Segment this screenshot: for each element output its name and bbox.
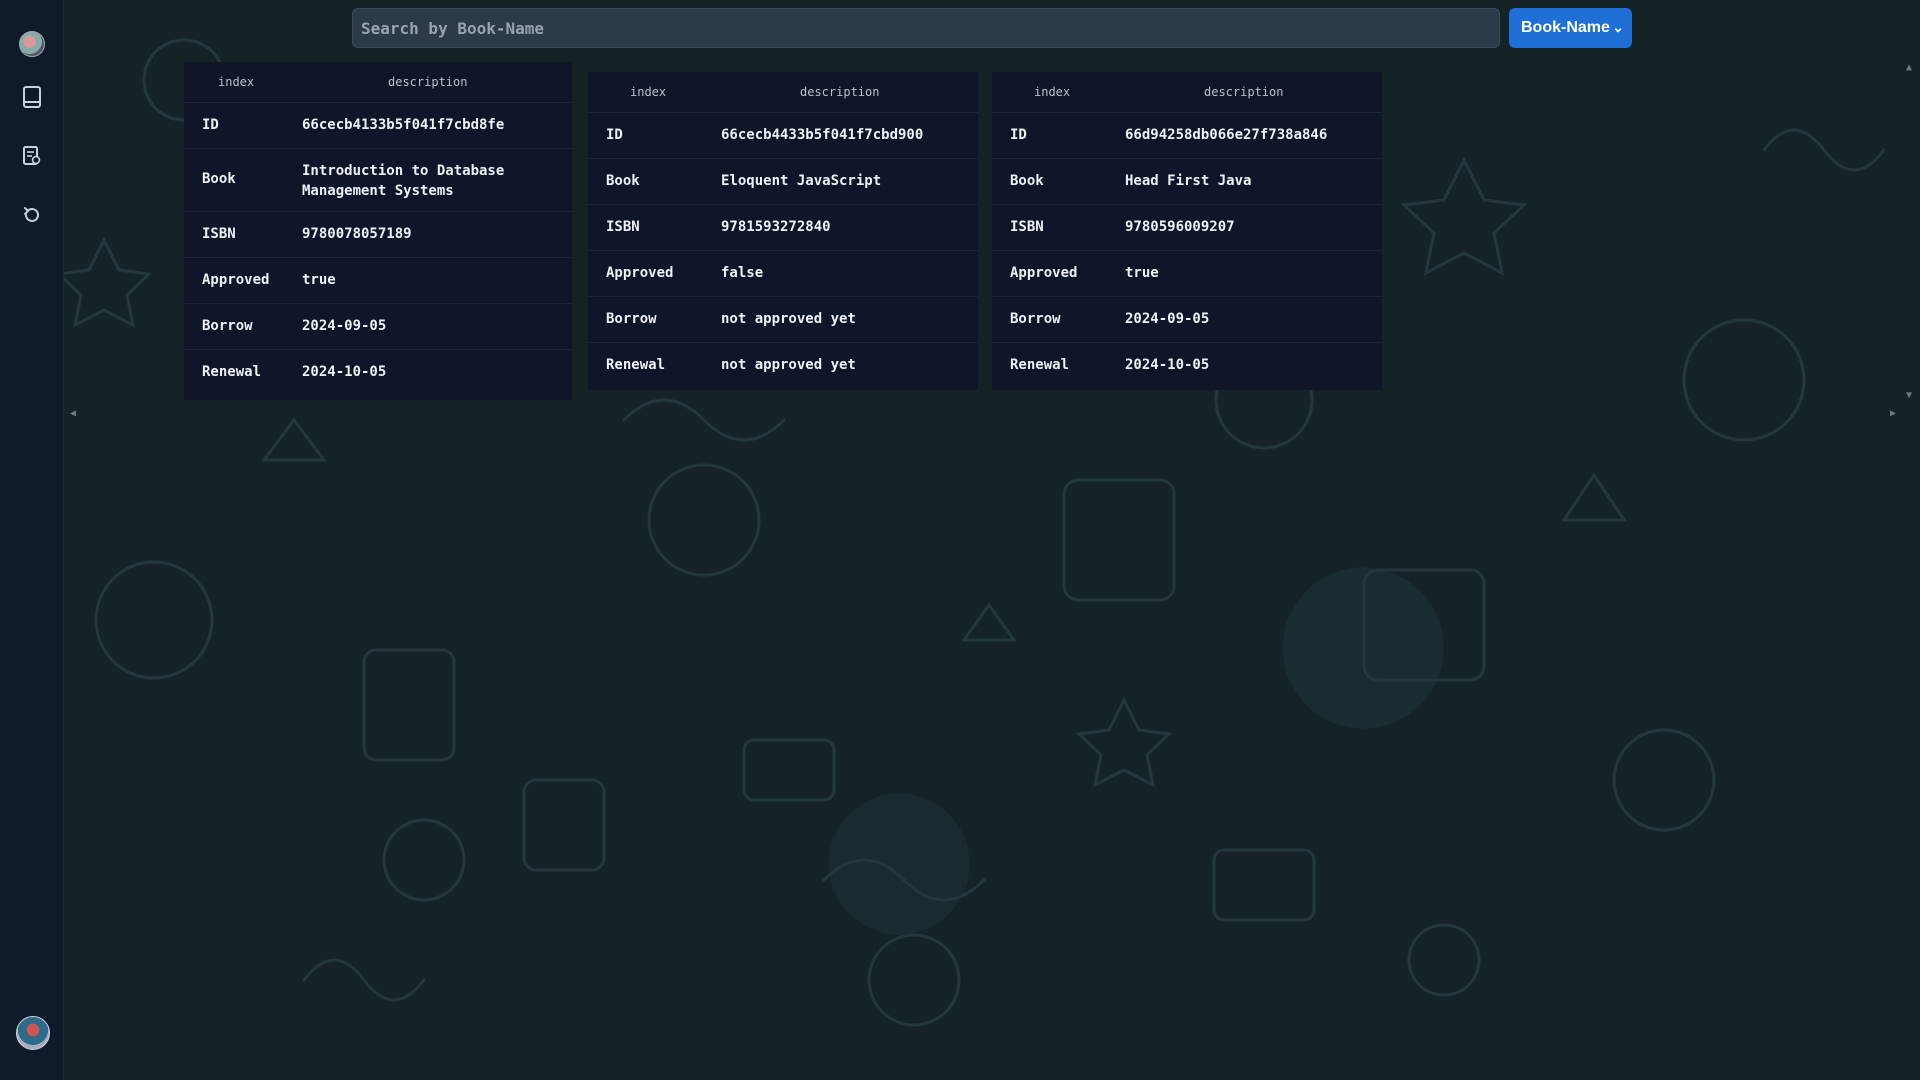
row-value: 9780596009207 <box>1125 219 1235 235</box>
scroll-right-arrow-icon[interactable]: ▶ <box>1890 408 1896 419</box>
scroll-up-arrow-icon[interactable]: ▲ <box>1906 62 1912 73</box>
globe-avatar-icon <box>19 31 45 57</box>
user-avatar-icon[interactable] <box>16 1016 50 1050</box>
sidebar-item-returns[interactable] <box>17 200 47 230</box>
sidebar <box>0 0 64 1080</box>
row-key: Borrow <box>606 311 657 327</box>
book-card: index description ID 66cecb4133b5f041f7c… <box>184 62 572 400</box>
scroll-left-arrow-icon[interactable]: ◀ <box>70 408 76 419</box>
chevron-down-icon: ⌄ <box>1612 19 1624 35</box>
row-value: not approved yet <box>721 311 856 327</box>
book-card: index description ID 66d94258db066e27f73… <box>992 72 1382 390</box>
table-row: Book Eloquent JavaScript <box>588 159 978 205</box>
column-header-description: description <box>1204 85 1284 99</box>
table-row: ID 66cecb4133b5f041f7cbd8fe <box>184 103 572 149</box>
table-row: Renewal 2024-10-05 <box>184 350 572 395</box>
table-row: ISBN 9780078057189 <box>184 212 572 258</box>
table-row: Borrow 2024-09-05 <box>184 304 572 350</box>
sidebar-item-records[interactable] <box>17 141 47 171</box>
row-value: Eloquent JavaScript <box>721 173 882 189</box>
row-key: Approved <box>1010 265 1078 281</box>
refresh-icon <box>24 207 39 222</box>
row-value: 2024-09-05 <box>1125 311 1210 327</box>
table-row: Borrow 2024-09-05 <box>992 297 1382 343</box>
row-key: Borrow <box>202 318 253 334</box>
column-header-index: index <box>218 75 255 89</box>
sidebar-item-books[interactable] <box>17 82 47 112</box>
row-key: Renewal <box>606 357 666 373</box>
receipt-icon <box>23 146 41 165</box>
book-card: index description ID 66cecb4433b5f041f7c… <box>588 72 978 390</box>
table-row: ISBN 9781593272840 <box>588 205 978 251</box>
row-key: ISBN <box>606 219 640 235</box>
row-value: 66cecb4133b5f041f7cbd8fe <box>302 117 505 133</box>
row-value: true <box>1125 265 1159 281</box>
row-key: Book <box>606 173 640 189</box>
row-key: ISBN <box>1010 219 1044 235</box>
row-key: Renewal <box>202 364 262 380</box>
row-value: 9781593272840 <box>721 219 831 235</box>
row-key: Book <box>202 171 236 187</box>
table-row: Renewal 2024-10-05 <box>992 343 1382 388</box>
table-row: Approved true <box>992 251 1382 297</box>
row-value: 2024-09-05 <box>302 318 387 334</box>
table-row: Approved true <box>184 258 572 304</box>
row-value: true <box>302 272 336 288</box>
book-icon <box>23 86 41 108</box>
row-value: 66cecb4433b5f041f7cbd900 <box>721 127 924 143</box>
row-key: Book <box>1010 173 1044 189</box>
scroll-down-arrow-icon[interactable]: ▼ <box>1906 390 1912 401</box>
row-key: Renewal <box>1010 357 1070 373</box>
row-value: 66d94258db066e27f738a846 <box>1125 127 1328 143</box>
column-header-description: description <box>800 85 880 99</box>
search-input[interactable] <box>352 8 1500 48</box>
search-filter-selected-label: Book-Name <box>1521 19 1610 36</box>
table-row: ISBN 9780596009207 <box>992 205 1382 251</box>
table-row: ID 66d94258db066e27f738a846 <box>992 113 1382 159</box>
row-key: Approved <box>606 265 674 281</box>
table-row: ID 66cecb4433b5f041f7cbd900 <box>588 113 978 159</box>
row-value: 2024-10-05 <box>302 364 387 380</box>
column-header-description: description <box>388 75 468 89</box>
column-header-index: index <box>630 85 667 99</box>
table-row: Approved false <box>588 251 978 297</box>
row-key: ID <box>606 127 623 143</box>
row-key: ID <box>1010 127 1027 143</box>
row-value: false <box>721 265 764 281</box>
row-key: Borrow <box>1010 311 1061 327</box>
table-row: Renewal not approved yet <box>588 343 978 388</box>
row-value: not approved yet <box>721 357 856 373</box>
table-row: Book Introduction to Database Management… <box>184 149 572 212</box>
search-filter-select[interactable]: Book-Name ⌄ <box>1509 8 1632 48</box>
sidebar-item-home[interactable] <box>17 29 47 59</box>
row-key: ISBN <box>202 226 236 242</box>
table-row: Book Head First Java <box>992 159 1382 205</box>
row-value: 2024-10-05 <box>1125 357 1210 373</box>
table-row: Borrow not approved yet <box>588 297 978 343</box>
row-key: ID <box>202 117 219 133</box>
row-key: Approved <box>202 272 270 288</box>
row-value: Introduction to Database Management Syst… <box>302 163 505 199</box>
row-value: 9780078057189 <box>302 226 412 242</box>
column-header-index: index <box>1034 85 1071 99</box>
row-value: Head First Java <box>1125 173 1252 189</box>
